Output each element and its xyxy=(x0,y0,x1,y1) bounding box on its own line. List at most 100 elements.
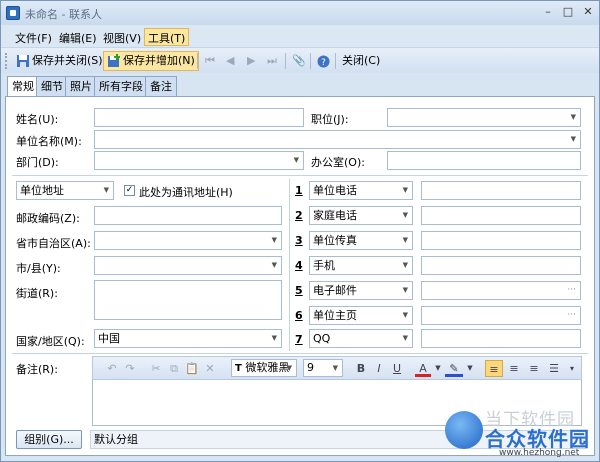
svg-text:?: ? xyxy=(321,58,326,68)
postal-input[interactable] xyxy=(94,206,282,225)
position-label: 职位(J): xyxy=(311,113,349,126)
prev-record-icon[interactable]: ◀ xyxy=(223,51,237,71)
tab-notes[interactable]: 备注 xyxy=(145,76,177,97)
phone-number-4: 4 xyxy=(295,259,303,272)
tab-all-fields[interactable]: 所有字段 xyxy=(94,76,148,97)
email-input[interactable]: ··· xyxy=(421,281,581,300)
align-right-icon[interactable]: ≡ xyxy=(525,360,543,377)
postal-label: 邮政编码(Z): xyxy=(16,212,80,225)
city-combo[interactable]: ▼ xyxy=(94,256,282,275)
menu-view[interactable]: 视图(V) xyxy=(99,28,145,46)
group-button[interactable]: 组别(G)... xyxy=(16,430,82,449)
chevron-down-icon: ▼ xyxy=(402,186,408,194)
phone-input-1[interactable] xyxy=(421,181,581,200)
tab-photo[interactable]: 照片 xyxy=(65,76,97,97)
name-input[interactable] xyxy=(94,108,304,127)
phone-type-6[interactable]: 单位主页 ▼ xyxy=(309,306,413,325)
chevron-down-icon: ▼ xyxy=(402,236,408,244)
font-family-value: 微软雅黑 xyxy=(245,361,290,374)
minimize-button[interactable]: – xyxy=(539,4,557,20)
phone-type-1[interactable]: 单位电话 ▼ xyxy=(309,181,413,200)
font-size-value: 9 xyxy=(307,361,314,374)
menu-tools[interactable]: 工具(T) xyxy=(144,28,190,46)
undo-icon[interactable]: ↶ xyxy=(105,360,119,377)
address-type-value: 单位地址 xyxy=(20,184,64,197)
align-center-icon[interactable]: ≡ xyxy=(505,360,523,377)
phone-input-2[interactable] xyxy=(421,206,581,225)
company-combo[interactable]: ▼ xyxy=(94,130,581,149)
chevron-down-icon: ▼ xyxy=(402,334,408,342)
phone-type-7[interactable]: QQ ▼ xyxy=(309,329,413,348)
chevron-down-icon: ▼ xyxy=(271,236,277,244)
address-type-dropdown[interactable]: 单位地址 ▼ xyxy=(16,181,114,200)
phone-number-5: 5 xyxy=(295,284,303,297)
underline-button[interactable]: U xyxy=(389,360,405,377)
chevron-down-icon: ▼ xyxy=(271,261,277,269)
redo-icon[interactable]: ↷ xyxy=(123,360,137,377)
menu-edit[interactable]: 编辑(E) xyxy=(55,28,101,46)
paste-icon[interactable]: 📋 xyxy=(185,360,199,377)
phone-type-2[interactable]: 家庭电话 ▼ xyxy=(309,206,413,225)
homepage-input[interactable]: ··· xyxy=(421,306,581,325)
ellipsis-icon[interactable]: ··· xyxy=(567,307,576,324)
watermark-url: www.hezhong.net xyxy=(499,448,580,458)
first-record-icon[interactable]: ⏮ xyxy=(202,51,218,71)
bold-button[interactable]: B xyxy=(353,360,369,377)
country-combo[interactable]: 中国 ▼ xyxy=(94,329,282,348)
watermark: 当下软件园 合众软件园 www.hezhong.net xyxy=(441,401,599,461)
align-justify-icon[interactable]: ☰ xyxy=(545,360,563,377)
last-record-icon[interactable]: ⏭ xyxy=(264,51,280,71)
phone-number-3: 3 xyxy=(295,234,303,247)
phone-type-6-label: 单位主页 xyxy=(313,309,357,322)
font-size-dropdown[interactable]: 9 ▼ xyxy=(303,359,343,377)
street-textarea[interactable] xyxy=(94,280,282,320)
contacts-app-icon xyxy=(6,6,20,20)
watermark-logo xyxy=(445,411,483,449)
clear-icon[interactable]: ✕ xyxy=(203,360,217,377)
toolbar-overflow-icon[interactable]: ▾ xyxy=(566,360,578,377)
toolbar-grip[interactable] xyxy=(5,53,8,69)
toolbar-separator xyxy=(285,53,286,69)
close-window-button[interactable]: ✕ xyxy=(579,4,597,20)
phone-input-4[interactable] xyxy=(421,256,581,275)
phone-type-5-label: 电子邮件 xyxy=(313,284,357,297)
chevron-down-icon[interactable]: ▼ xyxy=(465,360,475,377)
italic-button[interactable]: I xyxy=(371,360,387,377)
chevron-down-icon: ▼ xyxy=(402,261,408,269)
attachment-icon[interactable]: 📎 xyxy=(289,51,309,71)
font-family-dropdown[interactable]: T 微软雅黑 ▼ xyxy=(231,359,297,377)
cut-icon[interactable]: ✂ xyxy=(149,360,163,377)
menu-file[interactable]: 文件(F) xyxy=(11,28,56,46)
tab-details[interactable]: 细节 xyxy=(36,76,68,97)
tab-general[interactable]: 常规 xyxy=(7,76,39,98)
province-combo[interactable]: ▼ xyxy=(94,231,282,250)
phone-type-4[interactable]: 手机 ▼ xyxy=(309,256,413,275)
help-icon[interactable]: ? xyxy=(314,51,333,71)
menu-bar: 文件(F) 编辑(E) 视图(V) 工具(T) xyxy=(1,25,599,47)
ellipsis-icon[interactable]: ··· xyxy=(567,282,576,299)
copy-icon[interactable]: ⧉ xyxy=(167,360,181,377)
office-input[interactable] xyxy=(387,151,581,170)
save-close-label: 保存并关闭(S) xyxy=(32,54,103,67)
qq-input[interactable] xyxy=(421,329,581,348)
highlight-icon[interactable]: ✎ xyxy=(445,360,463,377)
chevron-down-icon[interactable]: ▼ xyxy=(433,360,443,377)
font-color-button[interactable]: A xyxy=(415,360,431,377)
divider xyxy=(12,353,588,354)
close-button[interactable]: 关闭(C) xyxy=(339,51,383,71)
chevron-down-icon: ▼ xyxy=(293,156,299,164)
save-new-button[interactable]: 保存并增加(N) xyxy=(103,51,199,71)
maximize-button[interactable]: □ xyxy=(559,4,577,20)
phone-type-3[interactable]: 单位传真 ▼ xyxy=(309,231,413,250)
department-combo[interactable]: ▼ xyxy=(94,151,304,170)
phone-input-3[interactable] xyxy=(421,231,581,250)
mailing-address-checkbox[interactable]: ✓ xyxy=(124,185,135,196)
phone-type-5[interactable]: 电子邮件 ▼ xyxy=(309,281,413,300)
toolbar-separator xyxy=(335,53,336,69)
align-left-icon[interactable]: ≡ xyxy=(485,360,503,377)
save-close-button[interactable]: 保存并关闭(S) xyxy=(13,51,106,71)
position-combo[interactable]: ▼ xyxy=(387,108,581,127)
chevron-down-icon: ▼ xyxy=(271,334,277,342)
next-record-icon[interactable]: ▶ xyxy=(244,51,258,71)
chevron-down-icon: ▼ xyxy=(402,211,408,219)
